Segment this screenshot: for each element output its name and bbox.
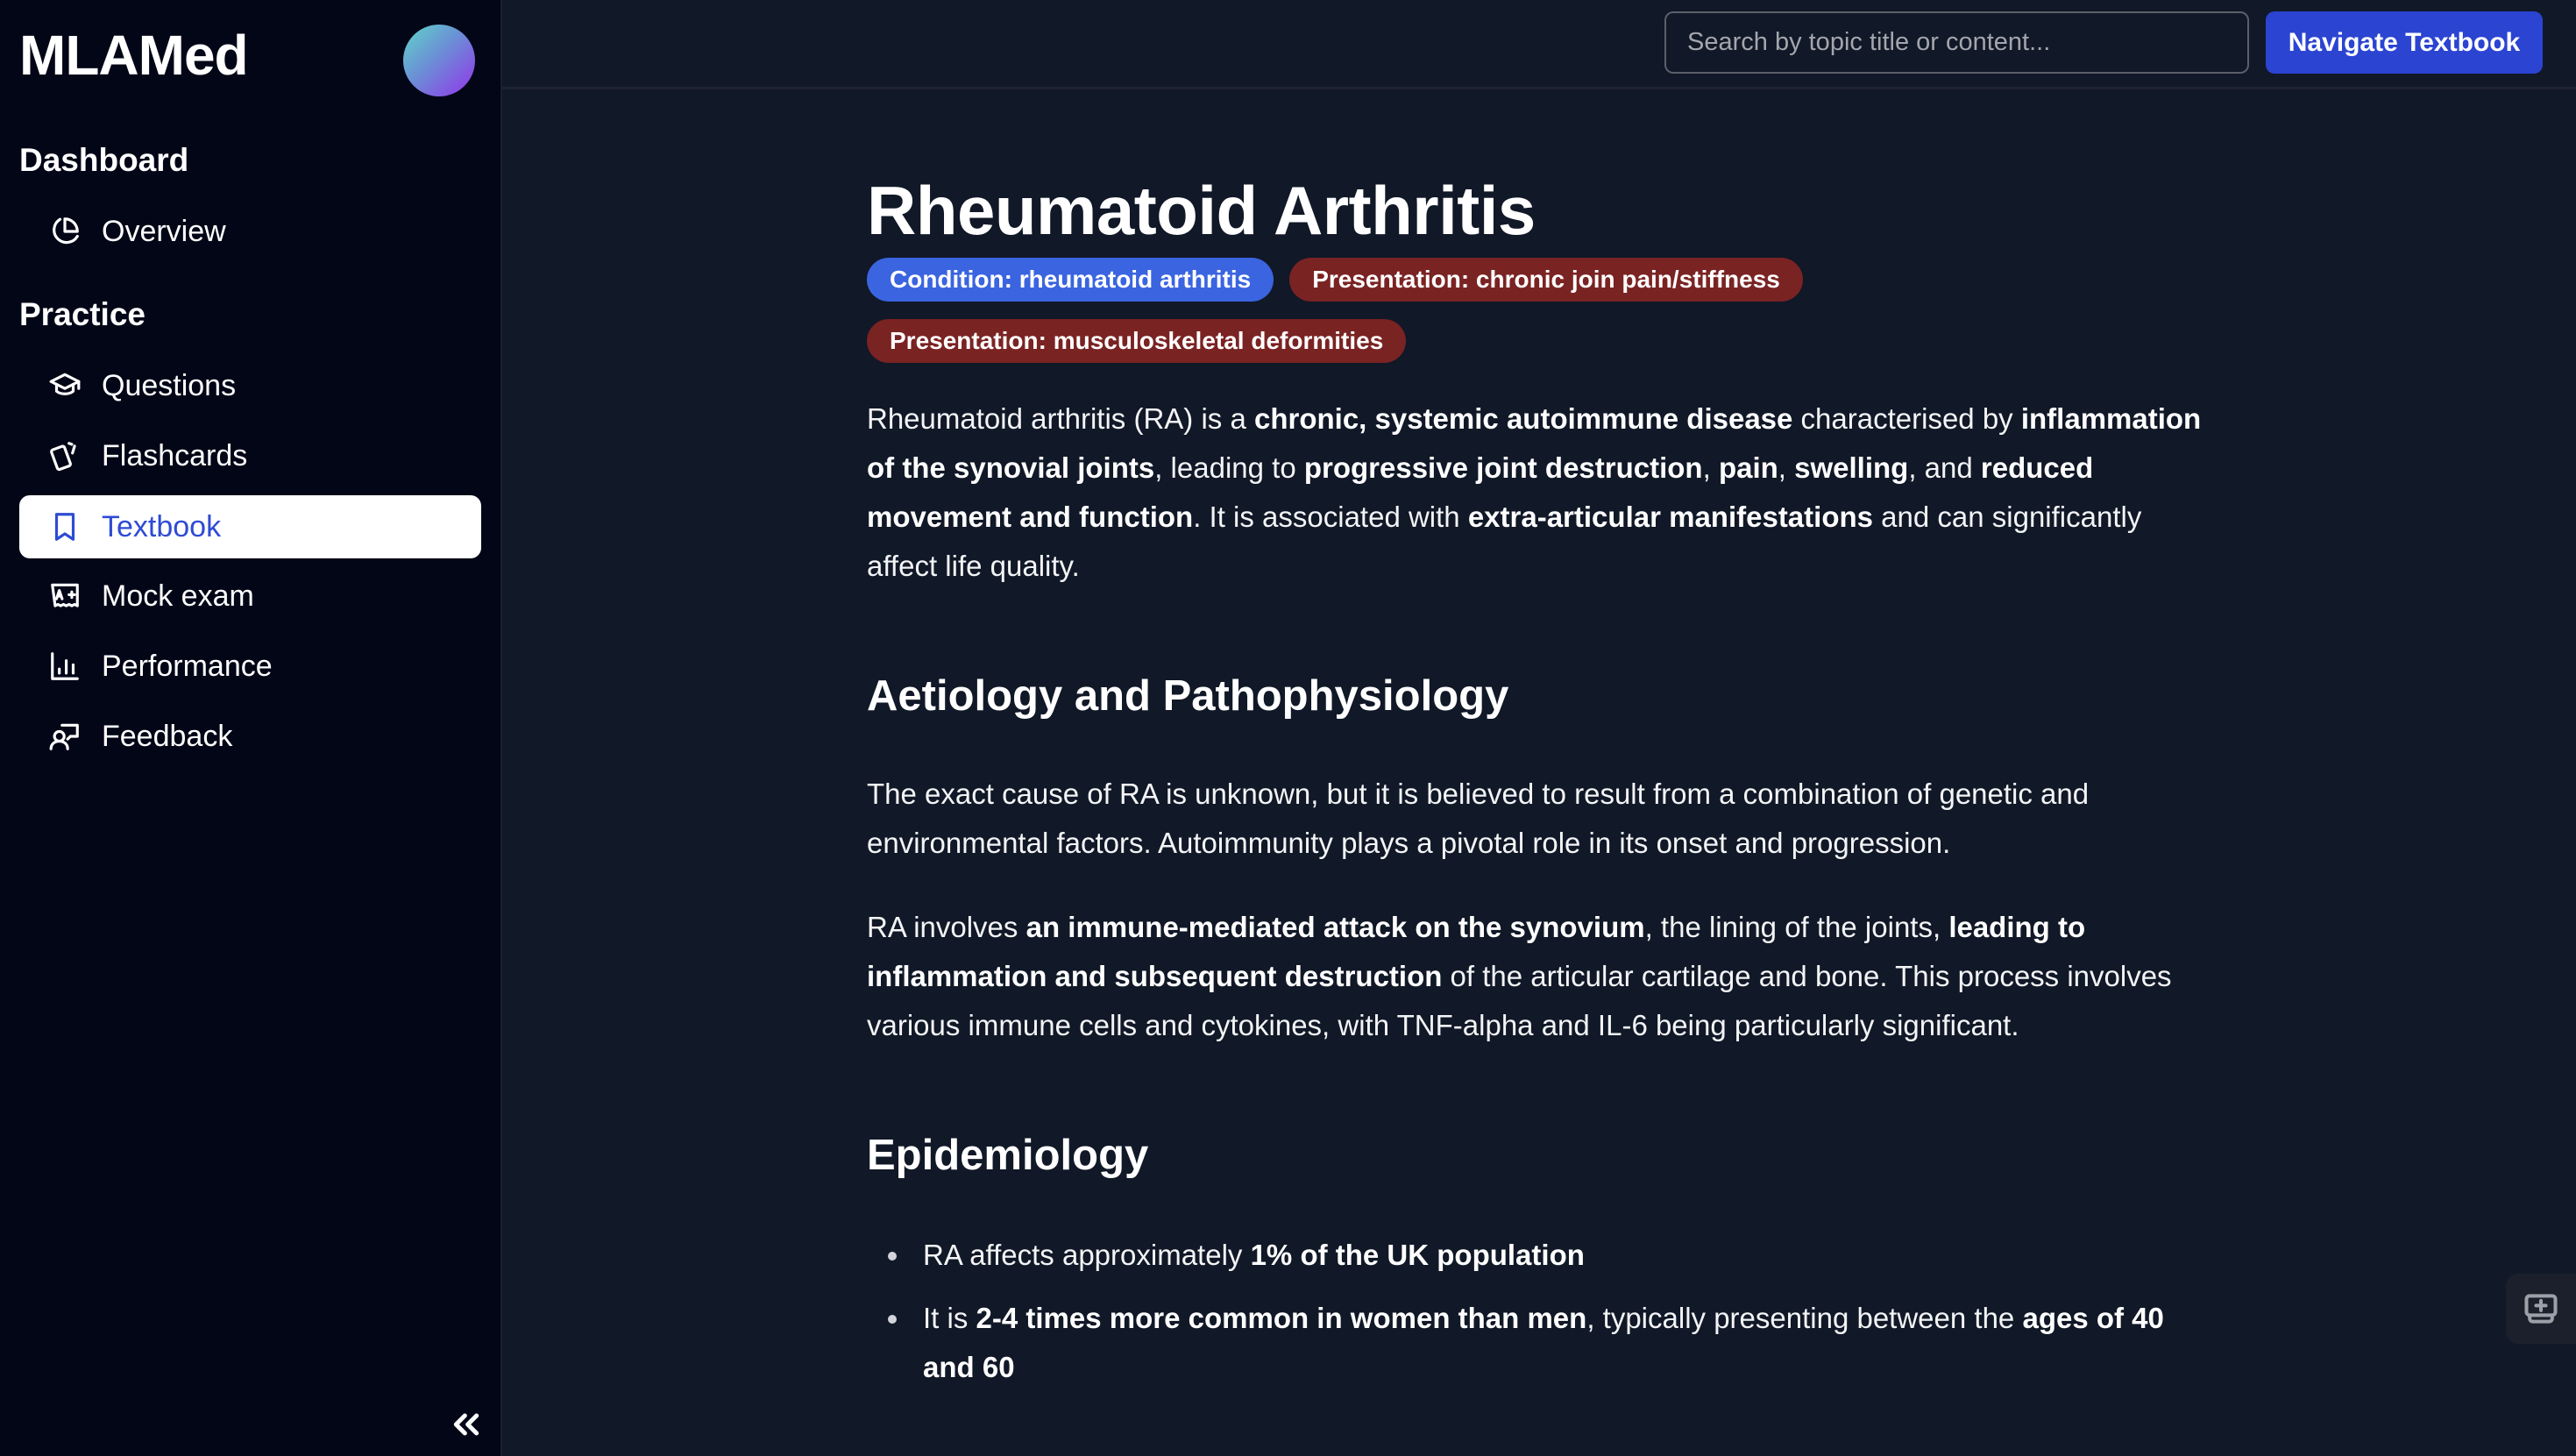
emphasis-text: pain [1718, 451, 1778, 484]
emphasis-text: progressive joint destruction [1303, 451, 1703, 484]
emphasis-text: chronic, systemic autoimmune disease [1253, 402, 1793, 435]
search-input[interactable] [1664, 11, 2249, 74]
sidebar-item-label: Performance [102, 649, 273, 683]
exam-grade-icon [47, 579, 82, 614]
sidebar-item-label: Flashcards [102, 438, 248, 472]
main-content: Navigate Textbook Rheumatoid Arthritis C… [502, 0, 2576, 1456]
sidebar-item-flashcards[interactable]: Flashcards [19, 424, 481, 487]
sidebar-section-practice: Practice [19, 296, 145, 332]
section-paragraph: RA involves an immune-mediated attack on… [867, 911, 2172, 1041]
add-to-screen-icon [2524, 1294, 2558, 1324]
double-chevron-left-icon [453, 1413, 479, 1436]
sidebar-section-dashboard: Dashboard [19, 142, 189, 178]
section-paragraph: The exact cause of RA is unknown, but it… [867, 778, 2090, 859]
emphasis-text: 2-4 times more common in women than men [976, 1302, 1587, 1334]
sidebar-item-label: Questions [102, 368, 237, 402]
intro-paragraph: Rheumatoid arthritis (RA) is a chronic, … [867, 402, 2202, 582]
sidebar-item-label: Mock exam [102, 579, 254, 613]
sidebar-item-label: Feedback [102, 719, 233, 753]
tag-presentation[interactable]: Presentation: musculoskeletal deformitie… [867, 319, 1407, 363]
bookmark-icon [47, 509, 82, 544]
sidebar-item-overview[interactable]: Overview [19, 200, 481, 263]
user-avatar[interactable] [403, 25, 475, 96]
emphasis-text: 1% of the UK population [1250, 1239, 1585, 1271]
feedback-icon [47, 719, 82, 754]
collapse-sidebar-button[interactable] [449, 1407, 484, 1442]
pie-chart-icon [47, 214, 82, 249]
top-bar: Navigate Textbook [502, 0, 2576, 89]
section-heading: Epidemiology [867, 1132, 1149, 1179]
emphasis-text: an immune-mediated attack on the synoviu… [1025, 911, 1645, 943]
brand-logo[interactable]: MLAMed [19, 23, 249, 88]
tag-list: Condition: rheumatoid arthritis Presenta… [867, 258, 1831, 363]
sidebar-item-label: Overview [102, 214, 226, 248]
sidebar-item-textbook[interactable]: Textbook [19, 495, 481, 558]
sidebar-item-mock-exam[interactable]: Mock exam [19, 565, 481, 628]
add-to-screen-button[interactable] [2506, 1274, 2576, 1344]
bullet-list: RA affects approximately 1% of the UK po… [867, 1231, 2217, 1392]
list-item: RA affects approximately 1% of the UK po… [867, 1231, 2217, 1280]
sidebar-item-label: Textbook [102, 509, 222, 543]
article: Rheumatoid Arthritis Condition: rheumato… [867, 167, 2217, 1406]
tag-presentation[interactable]: Presentation: chronic join pain/stiffnes… [1289, 258, 1803, 302]
sidebar-item-performance[interactable]: Performance [19, 635, 481, 698]
tag-condition[interactable]: Condition: rheumatoid arthritis [867, 258, 1274, 302]
sidebar-item-questions[interactable]: Questions [19, 354, 481, 417]
list-item: It is 2-4 times more common in women tha… [867, 1294, 2217, 1392]
emphasis-text: swelling [1794, 451, 1909, 484]
section-heading: Aetiology and Pathophysiology [867, 672, 1509, 720]
bar-chart-icon [47, 649, 82, 684]
graduation-cap-icon [47, 368, 82, 403]
app-root: MLAMed Dashboard Overview Practice Quest… [0, 0, 2576, 1456]
emphasis-text: extra-articular manifestations [1467, 501, 1873, 533]
page-title: Rheumatoid Arthritis [867, 172, 1536, 249]
sidebar: MLAMed Dashboard Overview Practice Quest… [0, 0, 502, 1456]
cards-icon [47, 438, 82, 473]
sidebar-item-feedback[interactable]: Feedback [19, 705, 481, 768]
navigate-textbook-button[interactable]: Navigate Textbook [2266, 11, 2543, 74]
